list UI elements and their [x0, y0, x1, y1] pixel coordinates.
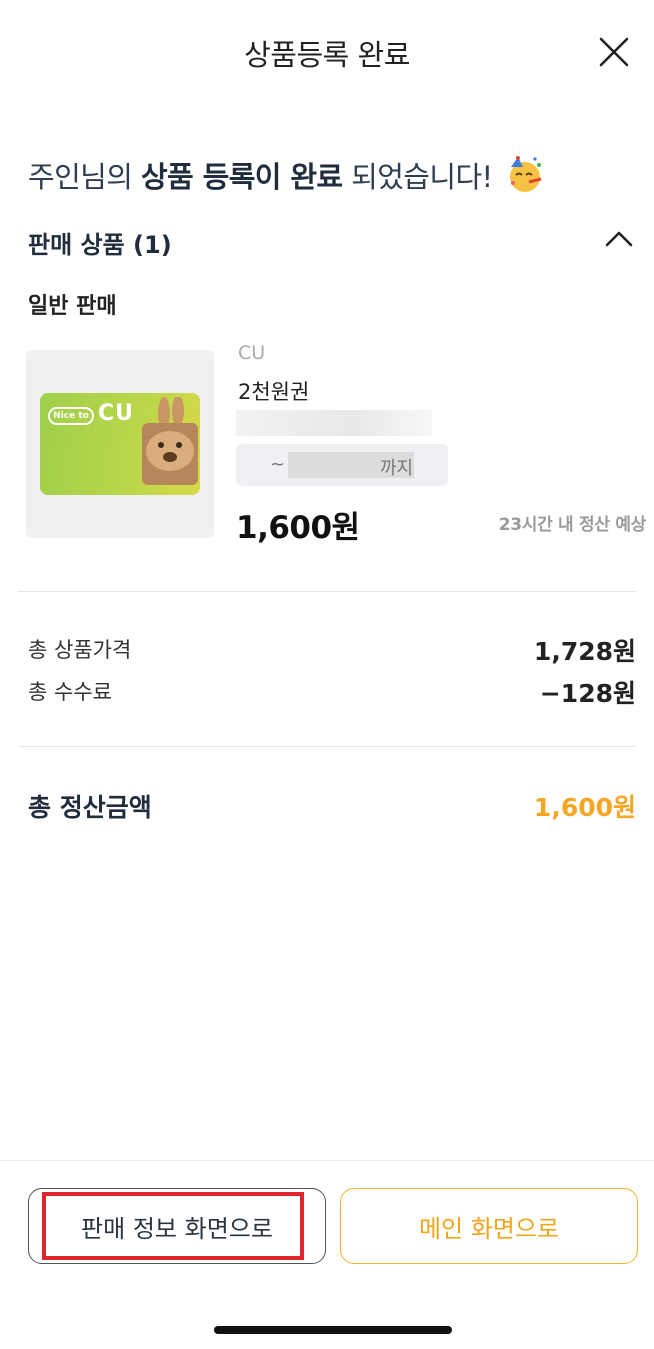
- product-name: 2천원권: [238, 380, 310, 404]
- completion-message: 주인님의 상품 등록이 완료 되었습니다!: [28, 154, 545, 196]
- headline-suffix: 되었습니다!: [342, 160, 493, 194]
- card-brand-text: CU: [98, 401, 135, 426]
- total-price-value: 1,728원: [533, 637, 636, 666]
- party-face-icon: [510, 156, 542, 192]
- header: 상품등록 완료: [0, 0, 654, 106]
- headline-bold: 상품 등록이 완료: [140, 160, 343, 194]
- chevron-up-icon: [605, 231, 633, 247]
- character-icon: [142, 397, 198, 485]
- settlement-total-value: 1,600원: [533, 793, 636, 822]
- gift-card-image: Nice to CU: [40, 393, 200, 495]
- headline-prefix: 주인님의: [28, 160, 141, 194]
- sale-items-title: 판매 상품 (1): [28, 231, 172, 259]
- product-brand: CU: [238, 342, 266, 364]
- period-prefix: ~: [270, 454, 286, 475]
- go-to-sale-info-button[interactable]: 판매 정보 화면으로: [28, 1188, 326, 1264]
- go-to-main-button[interactable]: 메인 화면으로: [340, 1188, 638, 1264]
- close-button[interactable]: [596, 34, 632, 70]
- close-icon: [599, 37, 629, 67]
- sale-type-label: 일반 판매: [28, 294, 117, 319]
- divider: [18, 591, 636, 592]
- home-indicator: [214, 1326, 452, 1334]
- fee-value: −128원: [539, 679, 636, 708]
- blurred-info: [236, 410, 432, 436]
- registration-complete-screen: 상품등록 완료 주인님의 상품 등록이 완료 되었습니다! 판매 상품 (1): [0, 0, 654, 1349]
- footer-divider: [0, 1160, 654, 1161]
- divider: [18, 746, 636, 747]
- settlement-estimate: 23시간 내 정산 예상: [498, 515, 647, 535]
- validity-period: ~ 까지: [236, 444, 448, 486]
- card-logo-pill: Nice to: [48, 407, 94, 425]
- period-suffix: 까지: [380, 458, 414, 479]
- collapse-toggle[interactable]: [602, 222, 636, 256]
- page-title: 상품등록 완료: [244, 38, 410, 72]
